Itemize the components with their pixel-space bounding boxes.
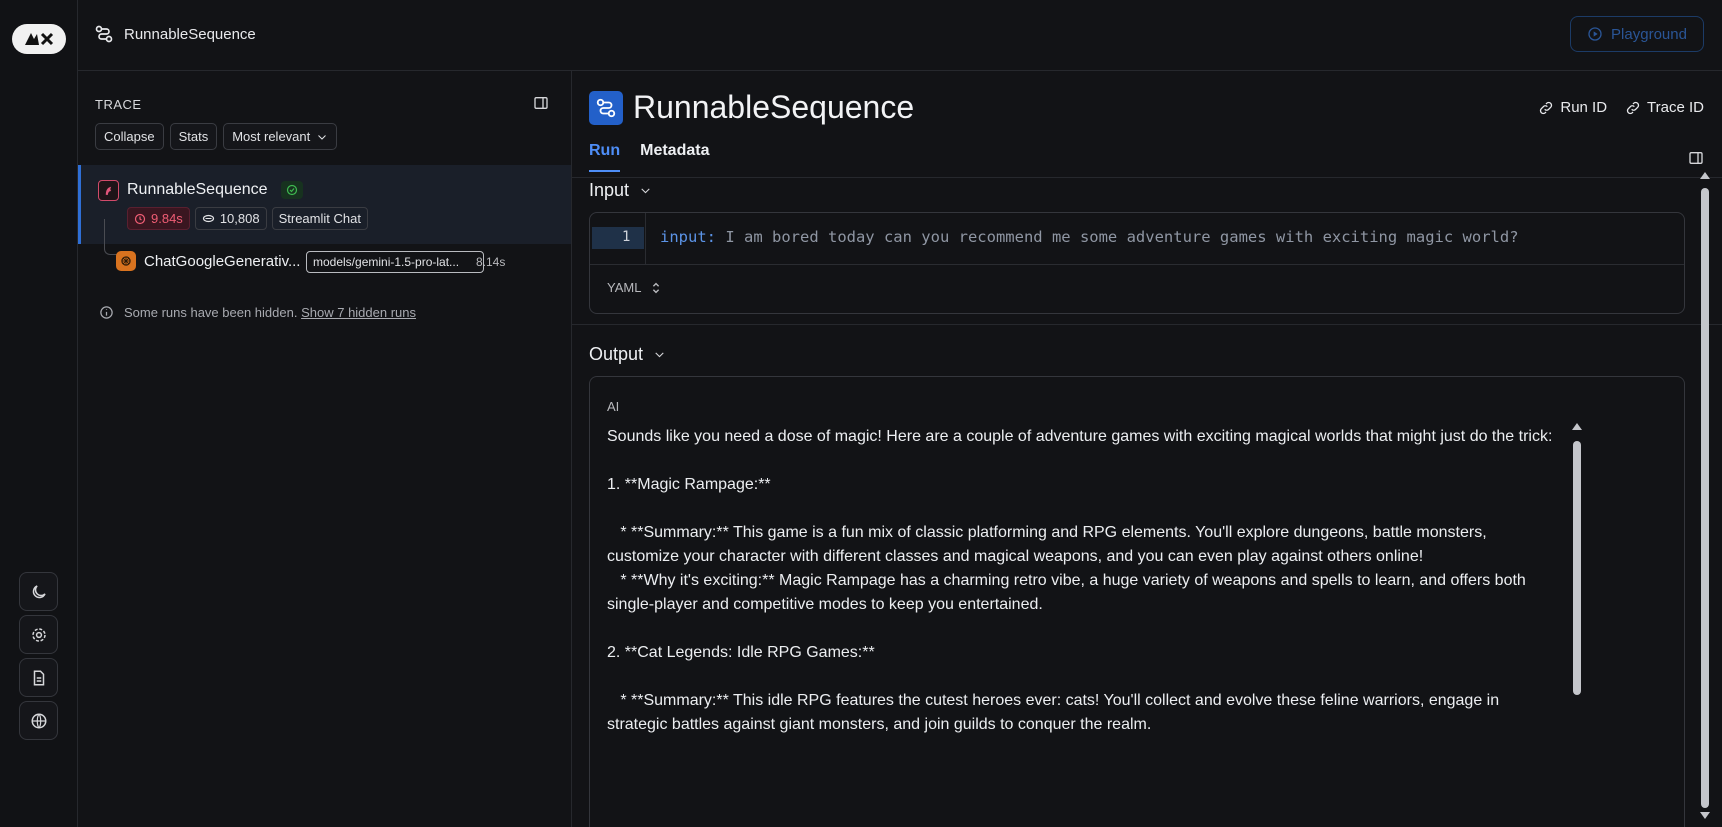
page-title: RunnableSequence: [633, 89, 915, 125]
trace-heading: TRACE: [95, 97, 142, 112]
play-icon: [1588, 27, 1602, 41]
trace-id-button[interactable]: Trace ID: [1625, 99, 1704, 116]
top-bar: RunnableSequence Playground: [78, 0, 1722, 71]
detail-tabs: Run Metadata: [589, 142, 709, 172]
hidden-runs-note: Some runs have been hidden. Show 7 hidde…: [99, 305, 416, 320]
input-code-line[interactable]: input: I am bored today can you recommen…: [660, 228, 1519, 246]
sort-dropdown[interactable]: Most relevant: [223, 123, 338, 150]
openai-icon: [116, 251, 136, 271]
theme-toggle-button[interactable]: [19, 572, 58, 611]
line-gutter: 1: [590, 213, 646, 264]
page-scrollbar[interactable]: [1698, 168, 1712, 824]
logo-icon[interactable]: [12, 24, 66, 54]
left-rail: [0, 0, 78, 827]
token-badge: 10,808: [194, 207, 267, 230]
parrot-icon: [98, 180, 119, 201]
latency-badge: 9.84s: [127, 207, 190, 230]
input-value: I am bored today can you recommend me so…: [716, 228, 1519, 246]
link-icon: [1626, 101, 1640, 114]
input-section-toggle[interactable]: Input: [589, 180, 652, 201]
section-divider: [572, 324, 1722, 325]
playground-label: Playground: [1611, 25, 1687, 43]
code-divider: [590, 264, 1684, 265]
output-message-text: Sounds like you need a dose of magic! He…: [607, 428, 1553, 733]
scroll-down-arrow[interactable]: [1700, 812, 1710, 819]
output-box: AI Sounds like you need a dose of magic!…: [589, 376, 1685, 827]
run-id-button[interactable]: Run ID: [1538, 99, 1607, 116]
sort-dropdown-label: Most relevant: [232, 129, 311, 144]
chevron-down-icon: [655, 352, 664, 358]
child-run-name: ChatGoogleGenerativ...: [144, 253, 301, 270]
stats-button[interactable]: Stats: [169, 123, 218, 150]
document-icon: [33, 670, 44, 685]
line-number: 1: [622, 229, 631, 245]
message-role-label: AI: [607, 399, 620, 414]
run-name: RunnableSequence: [127, 181, 268, 198]
input-key: input:: [660, 228, 716, 246]
sequence-icon: [589, 91, 623, 125]
collapse-button[interactable]: Collapse: [95, 123, 164, 150]
trace-panel: TRACE Collapse Stats Most relevant Runna…: [78, 71, 572, 827]
tag-badge: Streamlit Chat: [271, 207, 368, 230]
settings-button[interactable]: [19, 615, 58, 654]
tab-metadata[interactable]: Metadata: [640, 142, 709, 172]
check-circle-icon: [281, 181, 303, 199]
tab-run[interactable]: Run: [589, 142, 621, 172]
trace-controls: Collapse Stats Most relevant: [95, 123, 338, 150]
token-icon: [202, 214, 214, 223]
info-icon: [100, 306, 113, 319]
run-detail-panel: RunnableSequence Run ID Trace ID Run Met…: [572, 71, 1722, 827]
app-root: RunnableSequence Playground TRACE Collap…: [0, 0, 1722, 827]
token-value: 10,808: [219, 211, 260, 226]
format-label: YAML: [607, 280, 642, 295]
moon-icon: [32, 584, 46, 598]
output-section-toggle[interactable]: Output: [589, 344, 666, 365]
globe-icon: [31, 713, 46, 728]
link-icon: [1540, 101, 1553, 114]
chevron-down-icon: [318, 134, 327, 140]
trace-run-root[interactable]: RunnableSequence 9.84s 10,808 Streamlit …: [78, 165, 571, 244]
latency-value: 9.84s: [151, 211, 183, 226]
trace-run-child[interactable]: ChatGoogleGenerativ... models/gemini-1.5…: [78, 247, 571, 277]
model-badge: models/gemini-1.5-pro-lat...: [306, 251, 484, 273]
chevron-down-icon: [641, 188, 650, 194]
breadcrumb: RunnableSequence: [94, 24, 256, 44]
active-line-highlight: [592, 227, 644, 249]
scroll-up-arrow[interactable]: [1700, 172, 1710, 179]
scroll-thumb[interactable]: [1701, 188, 1709, 808]
docs-button[interactable]: [19, 658, 58, 697]
show-hidden-runs-link[interactable]: Show 7 hidden runs: [301, 305, 416, 320]
output-scrollbar[interactable]: [1570, 417, 1584, 707]
output-label: Output: [589, 344, 644, 364]
updown-icon: [653, 282, 660, 293]
clock-icon: [134, 213, 146, 224]
run-id-label: Run ID: [1560, 99, 1608, 116]
playground-button[interactable]: Playground: [1570, 16, 1704, 52]
child-latency: 8.14s: [476, 255, 506, 269]
tab-divider: [572, 177, 1722, 178]
format-selector[interactable]: YAML: [607, 280, 661, 295]
gear-icon: [31, 627, 46, 642]
breadcrumb-title[interactable]: RunnableSequence: [124, 26, 256, 43]
sequence-icon: [95, 25, 113, 43]
scroll-up-arrow[interactable]: [1572, 423, 1582, 430]
id-links: Run ID Trace ID: [1538, 99, 1704, 116]
hidden-runs-text: Some runs have been hidden.: [124, 305, 298, 320]
input-label: Input: [589, 180, 630, 200]
language-button[interactable]: [19, 701, 58, 740]
input-code-box[interactable]: 1 input: I am bored today can you recomm…: [589, 212, 1685, 314]
panel-toggle-icon[interactable]: [533, 95, 549, 116]
trace-id-label: Trace ID: [1647, 99, 1704, 116]
scroll-thumb[interactable]: [1573, 441, 1581, 695]
run-badges: 9.84s 10,808 Streamlit Chat: [127, 207, 368, 230]
